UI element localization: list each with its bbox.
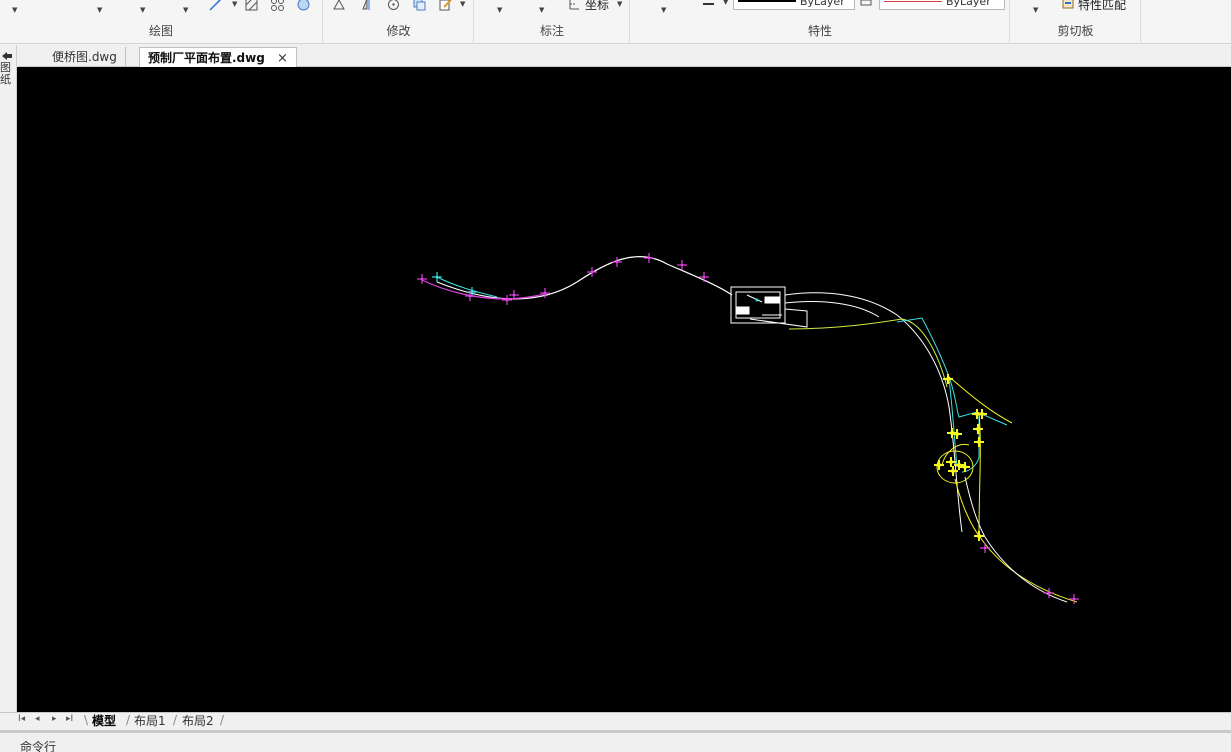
station-marker	[432, 272, 442, 282]
ribbon-group-label: 特性	[807, 24, 832, 38]
road-offset-cyan	[436, 276, 498, 298]
first-layout-icon[interactable]: I◂	[18, 714, 25, 724]
dropdown-arrow-icon[interactable]: ▼	[140, 6, 145, 14]
station-marker	[417, 274, 427, 284]
panel-pin-icon[interactable]	[1, 51, 13, 61]
layout-tabbar: I◂ ◂ ▸ ▸I \ 模型 / 布局1 / 布局2 /	[0, 712, 1231, 730]
drawing-svg	[417, 253, 1079, 604]
ribbon-group-label: 修改	[386, 24, 411, 38]
sheet-panel-label[interactable]: 图纸	[0, 62, 12, 86]
station-markers	[417, 253, 1079, 604]
station-marker	[980, 543, 990, 553]
station-marker	[1069, 594, 1079, 604]
linetype-icon[interactable]	[860, 0, 872, 6]
copy-icon[interactable]	[412, 0, 427, 12]
station-marker	[973, 424, 983, 434]
tab-layout1[interactable]: 布局1	[130, 713, 170, 730]
dropdown-arrow-icon[interactable]: ▼	[183, 6, 188, 14]
ribbon-group-draw: ▼ ▼ ▼ ▼ ▼ 绘图	[0, 0, 323, 44]
tab-yuzhichang[interactable]: 预制厂平面布置.dwg ×	[139, 47, 297, 67]
mirror-icon[interactable]	[360, 0, 375, 12]
linetype-swatch	[884, 1, 942, 2]
prev-layout-icon[interactable]: ◂	[35, 714, 40, 724]
last-layout-icon[interactable]: ▸I	[66, 714, 73, 724]
coordinate-icon[interactable]	[568, 0, 581, 11]
dropdown-arrow-icon[interactable]: ▼	[661, 6, 666, 14]
color-select-value: ByLayer	[800, 0, 845, 8]
edit-icon[interactable]	[438, 0, 453, 12]
station-marker	[502, 295, 512, 305]
ramp-yellow-green	[788, 318, 948, 388]
interchange-ramp-white	[964, 476, 1068, 603]
array-icon[interactable]	[270, 0, 285, 12]
station-marker	[699, 272, 709, 282]
tab-model[interactable]: 模型	[88, 713, 120, 730]
next-layout-icon[interactable]: ▸	[52, 714, 57, 724]
match-properties-icon[interactable]	[1061, 0, 1075, 10]
coordinate-button[interactable]: 坐标	[585, 0, 609, 12]
color-select[interactable]: ByLayer	[733, 0, 855, 10]
dropdown-arrow-icon[interactable]: ▼	[1033, 6, 1038, 14]
tab-layout2[interactable]: 布局2	[178, 713, 218, 730]
dropdown-arrow-icon[interactable]: ▼	[12, 6, 17, 14]
dropdown-arrow-icon[interactable]: ▼	[617, 0, 622, 8]
close-icon[interactable]: ×	[277, 51, 288, 66]
dropdown-arrow-icon[interactable]: ▼	[723, 0, 728, 6]
linetype-select-value: ByLayer	[946, 0, 991, 8]
tab-label: 便桥图.dwg	[52, 50, 117, 64]
color-swatch	[738, 0, 796, 2]
station-marker	[974, 437, 984, 447]
ribbon-group-label: 剪切板	[1057, 24, 1094, 38]
interchange-ramp-yellow	[954, 478, 1078, 603]
hatch-icon[interactable]	[244, 0, 259, 12]
dropdown-arrow-icon[interactable]: ▼	[97, 6, 102, 14]
layout-tab-separator: /	[220, 713, 225, 727]
dropdown-arrow-icon[interactable]: ▼	[232, 0, 237, 8]
rotate-icon[interactable]	[386, 0, 401, 12]
region-icon[interactable]	[296, 0, 311, 12]
site-plan-block	[730, 286, 808, 328]
ribbon-group-label: 绘图	[148, 24, 173, 38]
station-marker	[612, 257, 622, 267]
linetype-select[interactable]: ByLayer	[879, 0, 1005, 10]
line-tool-icon[interactable]	[208, 0, 223, 12]
tab-bianqiao[interactable]: 便桥图.dwg	[44, 47, 126, 67]
document-tabbar: 便桥图.dwg 预制厂平面布置.dwg ×	[18, 45, 1231, 67]
dropdown-arrow-icon[interactable]: ▼	[497, 6, 502, 14]
station-marker	[943, 374, 953, 384]
tab-label: 预制厂平面布置.dwg	[148, 51, 265, 65]
drawing-canvas[interactable]	[17, 67, 1231, 712]
station-marker	[644, 253, 654, 263]
ribbon-group-clipboard: ▼ 特性匹配 剪切板	[1011, 0, 1141, 44]
road-alignment-white-3	[784, 301, 880, 318]
dropdown-arrow-icon[interactable]: ▼	[460, 0, 465, 8]
match-properties-button[interactable]: 特性匹配	[1078, 0, 1126, 12]
ribbon-group-annotate: ▼ ▼ 坐标 ▼ 标注	[475, 0, 630, 44]
ribbon-group-modify: ▼ 修改	[324, 0, 474, 44]
left-side-panel: 图纸	[0, 45, 17, 725]
lineweight-icon[interactable]	[701, 0, 716, 9]
layout-tab-separator: /	[173, 713, 178, 727]
ribbon: ▼ ▼ ▼ ▼ ▼ 绘图 ▼ 修改 ▼ ▼ 坐标 ▼ 标注 ▼ ▼ ByLaye…	[0, 0, 1231, 44]
station-marker	[587, 267, 597, 277]
stretch-icon[interactable]	[332, 0, 347, 12]
command-line-panel[interactable]: 命令行	[0, 730, 1231, 752]
ribbon-group-properties: ▼ ▼ ByLayer ByLayer 特性	[631, 0, 1010, 44]
command-line-label: 命令行	[20, 740, 57, 752]
road-offset-cyan-3	[948, 378, 958, 468]
dropdown-arrow-icon[interactable]: ▼	[539, 6, 544, 14]
ribbon-group-label: 标注	[539, 24, 564, 38]
